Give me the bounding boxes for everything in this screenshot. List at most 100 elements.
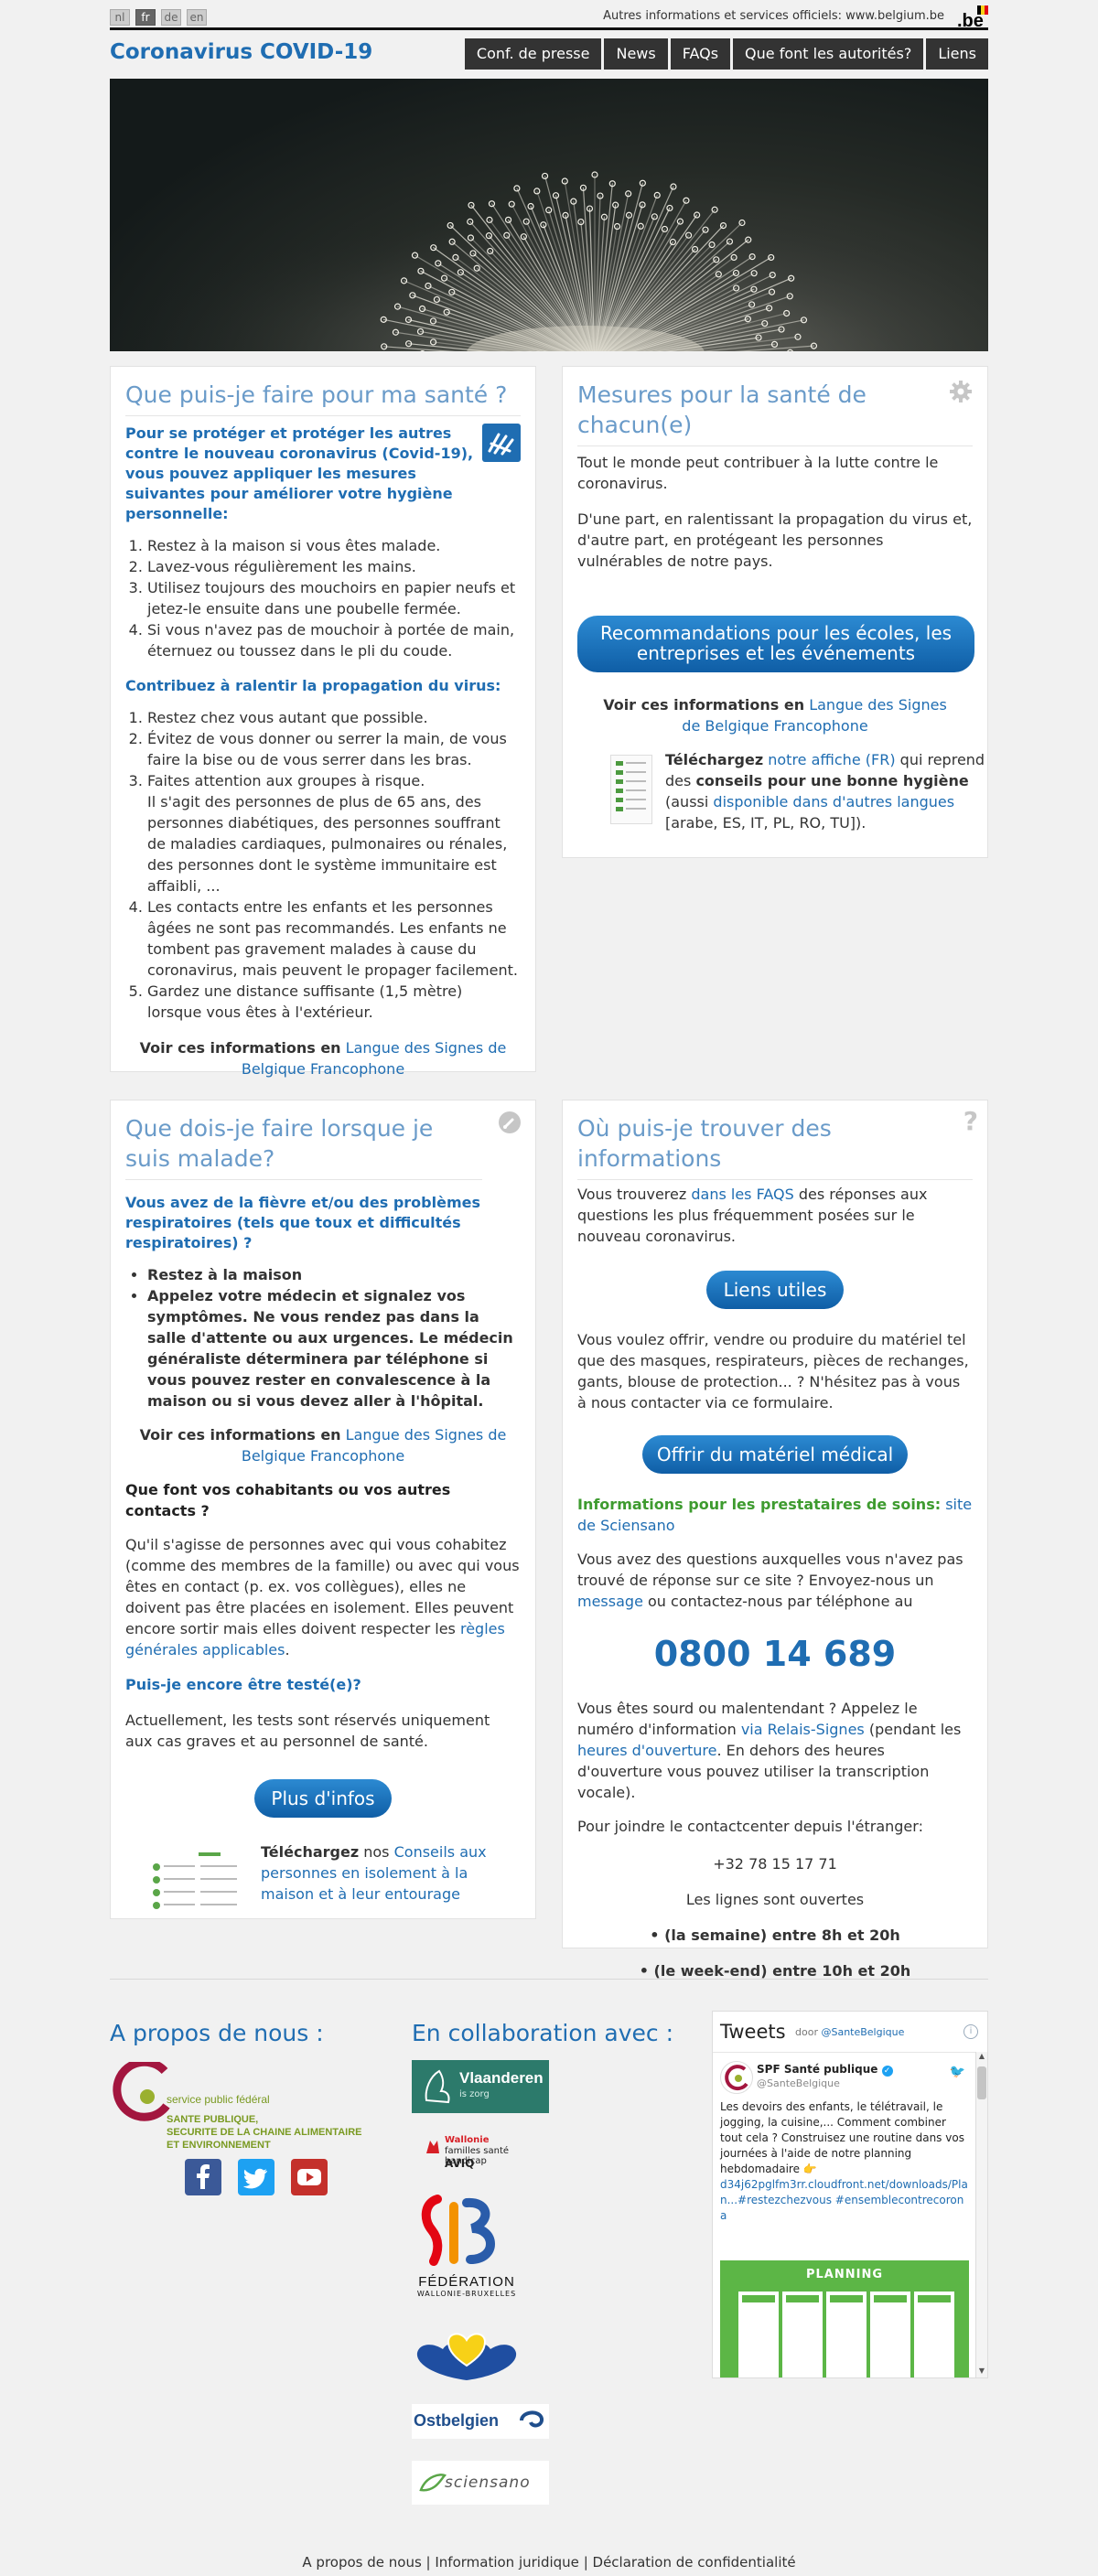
text: nos (363, 1843, 390, 1861)
about-link[interactable]: A propos de nous (302, 2554, 421, 2571)
hero-image (110, 79, 988, 351)
sign-prefix: Voir ces informations en (139, 1039, 341, 1057)
poster-link[interactable]: notre affiche (FR) (768, 751, 895, 768)
faq-text: Vous trouverez dans les FAQS des réponse… (577, 1184, 973, 1247)
panel-info: Où puis-je trouver des informations ? Vo… (562, 1100, 988, 1980)
facebook-icon[interactable] (185, 2159, 221, 2195)
avatar[interactable] (720, 2061, 753, 2094)
lang-nl[interactable]: nl (110, 9, 130, 26)
question-icon: ? (963, 1106, 978, 1136)
scrollbar[interactable]: ▲ ▼ (975, 2052, 987, 2377)
fwb-line2: WALLONIE-BRUXELLES (416, 2290, 517, 2298)
gear-icon (949, 380, 973, 403)
other-languages-link[interactable]: disponible dans d'autres langues (713, 793, 954, 810)
scrollbar-thumb[interactable] (977, 2066, 986, 2099)
top-divider (110, 27, 988, 30)
scroll-up-icon[interactable]: ▲ (977, 2052, 986, 2065)
planning-grid-icon (738, 2292, 954, 2377)
widget-divider (713, 2052, 987, 2053)
account-name[interactable]: SPF Santé publique ✓ (757, 2063, 893, 2077)
text: Vous avez des questions auxquelles vous … (577, 1551, 963, 1589)
twitter-bird-icon[interactable]: 🐦 (950, 2065, 965, 2079)
fwb-emblem-icon (421, 2195, 495, 2266)
privacy-link[interactable]: Déclaration de confidentialité (593, 2554, 796, 2571)
about-title: A propos de nous : (110, 2020, 324, 2046)
site-title[interactable]: Coronavirus COVID-19 (110, 40, 372, 64)
legal-link[interactable]: Information juridique (435, 2554, 579, 2571)
nav-faqs[interactable]: FAQs (670, 38, 731, 70)
risk-detail: Il s'agit des personnes de plus de 65 an… (147, 793, 508, 895)
list-item: Lavez-vous régulièrement les mains. (147, 556, 521, 577)
partner-vlaanderen[interactable]: Vlaanderen is zorg (412, 2060, 549, 2113)
footer-links: A propos de nous | Information juridique… (302, 2554, 796, 2571)
nav-press-conf[interactable]: Conf. de presse (464, 38, 602, 70)
gov-link[interactable]: Autres informations et services officiel… (603, 9, 944, 23)
partner-brussels-heart[interactable] (412, 2322, 522, 2388)
tweet-link[interactable]: d34j62pglfm3rr.cloudfront.net/downloads/… (720, 2178, 968, 2222)
message-link[interactable]: message (577, 1593, 643, 1610)
panel-health: Que puis-je faire pour ma santé ? Pour s… (110, 366, 536, 1078)
nav-authorities[interactable]: Que font les autorités? (733, 38, 924, 70)
isolation-thumbnail-icon[interactable] (144, 1849, 246, 1918)
spf-emblem-icon (113, 2062, 170, 2121)
tweets-title: Tweets (720, 2021, 786, 2043)
partner-fwb[interactable]: FÉDÉRATION WALLONIE-BRUXELLES (412, 2194, 522, 2302)
offer-material-button[interactable]: Offrir du matériel médical (642, 1435, 908, 1474)
faq-link[interactable]: dans les FAQS (691, 1186, 793, 1203)
more-info-button[interactable]: Plus d'infos (254, 1779, 392, 1818)
test-text: Actuellement, les tests sont réservés un… (125, 1712, 490, 1750)
twitter-icon[interactable] (238, 2159, 274, 2195)
belgium-logo[interactable]: .be (957, 5, 988, 31)
sciensano-name: sciensano (445, 2474, 531, 2492)
nav-links[interactable]: Liens (926, 38, 988, 70)
panel-title: Où puis-je trouver des informations (577, 1113, 973, 1180)
hygiene-list: Restez à la maison si vous êtes malade. … (125, 535, 521, 661)
download-label: Téléchargez (261, 1843, 360, 1861)
poster-thumbnail-icon[interactable] (610, 755, 652, 824)
text-bold: conseils pour une bonne hygiène (695, 772, 969, 789)
download-label: Téléchargez (665, 751, 764, 768)
opening-hours-link[interactable]: heures d'ouverture (577, 1742, 716, 1759)
partner-ostbelgien[interactable]: Ostbelgien (412, 2404, 549, 2439)
info-icon[interactable]: i (963, 2024, 978, 2039)
sign-language-icon[interactable] (482, 424, 521, 462)
account-handle: @SanteBelgique (757, 2077, 840, 2089)
offer-material-wrap: Offrir du matériel médical (577, 1435, 973, 1474)
tweet-image[interactable]: PLANNING (720, 2260, 969, 2377)
top-bar: nl fr de en Autres informations et servi… (110, 5, 988, 31)
tweet-body: Les devoirs des enfants, le télétravail,… (720, 2100, 964, 2175)
youtube-icon[interactable] (291, 2159, 328, 2195)
relais-signes-link[interactable]: via Relais-Signes (741, 1721, 865, 1738)
spf-logo[interactable]: service public fédéral SANTE PUBLIQUE, S… (110, 2062, 366, 2153)
text: Vous trouverez (577, 1186, 687, 1203)
international-number: +32 78 15 17 71 (713, 1855, 837, 1873)
partner-aviq[interactable]: Wallonie familles santé handicap AVIQ (412, 2135, 549, 2174)
useful-links-button[interactable]: Liens utiles (706, 1271, 844, 1309)
twitter-handle-link[interactable]: @SanteBelgique (821, 2026, 904, 2038)
list-item-text: Faites attention aux groupes à risque. (147, 772, 425, 789)
footer-divider (110, 1979, 988, 1980)
dandelion-illustration (110, 79, 988, 351)
partner-sciensano[interactable]: sciensano (412, 2461, 549, 2505)
text: ou contactez-nous par téléphone au (648, 1593, 913, 1610)
nav-news[interactable]: News (604, 38, 668, 70)
hotline-number[interactable]: 0800 14 689 (577, 1634, 973, 1674)
lang-de[interactable]: de (161, 9, 181, 26)
heart-logo-icon (416, 2333, 517, 2380)
lang-fr[interactable]: fr (135, 9, 156, 26)
account-name-text: SPF Santé publique (757, 2063, 878, 2076)
tweets-by: door @SanteBelgique (795, 2026, 904, 2038)
list-item: Si vous n'avez pas de mouchoir à portée … (147, 619, 521, 661)
thermometer-icon (499, 1111, 521, 1133)
lang-en[interactable]: en (187, 9, 207, 26)
aviq-line1: Wallonie (445, 2135, 490, 2145)
isolation-text: Téléchargez nos Conseils aux personnes e… (261, 1841, 521, 1905)
recommendations-button[interactable]: Recommandations pour les écoles, les ent… (577, 616, 974, 672)
ostbelgien-name: Ostbelgien (414, 2411, 500, 2430)
scroll-down-icon[interactable]: ▼ (977, 2367, 986, 2377)
tweet-text: Les devoirs des enfants, le télétravail,… (720, 2099, 969, 2224)
panel-title: Que dois-je faire lorsque je suis malade… (125, 1113, 482, 1180)
list-item: Faites attention aux groupes à risque. Il… (147, 770, 521, 896)
test-question: Puis-je encore être testé(e)? (125, 1676, 361, 1693)
spf-line4: ET ENVIRONNEMENT (167, 2140, 271, 2151)
